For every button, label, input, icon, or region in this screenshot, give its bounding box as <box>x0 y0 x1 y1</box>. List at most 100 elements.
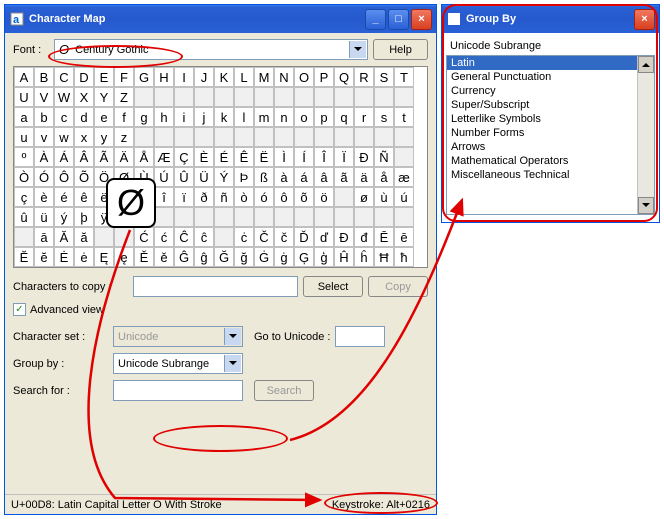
character-cell[interactable]: k <box>214 107 234 127</box>
character-cell[interactable]: ò <box>234 187 254 207</box>
character-cell[interactable]: ó <box>254 187 274 207</box>
font-select[interactable]: O Century Gothic <box>54 39 368 60</box>
character-cell[interactable]: Ġ <box>254 247 274 267</box>
character-cell[interactable] <box>174 87 194 107</box>
character-cell[interactable]: Ē <box>374 227 394 247</box>
group-list-item[interactable]: Currency <box>447 84 654 98</box>
character-cell[interactable]: b <box>34 107 54 127</box>
character-cell[interactable] <box>334 187 354 207</box>
character-cell[interactable]: Ć <box>134 227 154 247</box>
character-cell[interactable]: A <box>14 67 34 87</box>
scroll-up-icon[interactable] <box>638 56 654 73</box>
character-cell[interactable]: è <box>34 187 54 207</box>
scroll-down-icon[interactable] <box>638 197 654 214</box>
character-cell[interactable]: Ğ <box>214 247 234 267</box>
character-cell[interactable]: ø <box>354 187 374 207</box>
character-cell[interactable]: Î <box>314 147 334 167</box>
character-cell[interactable]: Æ <box>154 147 174 167</box>
character-cell[interactable]: ě <box>154 247 174 267</box>
character-cell[interactable]: I <box>174 67 194 87</box>
character-cell[interactable]: ð <box>194 187 214 207</box>
select-button[interactable]: Select <box>303 276 363 297</box>
group-list-item[interactable]: Letterlike Symbols <box>447 112 654 126</box>
character-cell[interactable] <box>354 127 374 147</box>
character-cell[interactable]: ģ <box>314 247 334 267</box>
character-cell[interactable] <box>134 87 154 107</box>
character-cell[interactable]: ė <box>74 247 94 267</box>
character-cell[interactable]: f <box>114 107 134 127</box>
search-button[interactable]: Search <box>254 380 314 401</box>
character-cell[interactable]: T <box>394 67 414 87</box>
character-cell[interactable]: È <box>194 147 214 167</box>
character-cell[interactable]: þ <box>74 207 94 227</box>
character-cell[interactable] <box>254 127 274 147</box>
character-cell[interactable] <box>214 87 234 107</box>
character-cell[interactable]: Ĉ <box>174 227 194 247</box>
character-cell[interactable] <box>394 147 414 167</box>
character-cell[interactable]: ĕ <box>34 247 54 267</box>
character-cell[interactable]: E <box>94 67 114 87</box>
character-cell[interactable]: Ñ <box>374 147 394 167</box>
character-cell[interactable]: w <box>54 127 74 147</box>
character-cell[interactable] <box>154 87 174 107</box>
group-list-item[interactable]: Miscellaneous Technical <box>447 168 654 182</box>
character-cell[interactable]: Z <box>114 87 134 107</box>
character-cell[interactable]: H <box>154 67 174 87</box>
character-cell[interactable] <box>174 127 194 147</box>
character-cell[interactable]: Ò <box>14 167 34 187</box>
character-cell[interactable]: Â <box>74 147 94 167</box>
character-cell[interactable]: B <box>34 67 54 87</box>
character-cell[interactable]: å <box>374 167 394 187</box>
character-cell[interactable]: K <box>214 67 234 87</box>
character-cell[interactable] <box>274 87 294 107</box>
character-cell[interactable]: é <box>54 187 74 207</box>
group-list-item[interactable]: Number Forms <box>447 126 654 140</box>
character-cell[interactable] <box>174 207 194 227</box>
character-cell[interactable]: Ă <box>54 227 74 247</box>
character-cell[interactable] <box>314 207 334 227</box>
character-cell[interactable]: ú <box>394 187 414 207</box>
character-cell[interactable] <box>394 207 414 227</box>
character-cell[interactable]: Ĕ <box>14 247 34 267</box>
character-cell[interactable] <box>294 127 314 147</box>
character-cell[interactable]: Å <box>134 147 154 167</box>
character-cell[interactable]: ù <box>374 187 394 207</box>
character-cell[interactable]: i <box>174 107 194 127</box>
character-cell[interactable] <box>394 127 414 147</box>
character-cell[interactable] <box>254 207 274 227</box>
character-cell[interactable]: Á <box>54 147 74 167</box>
group-list-item[interactable]: Super/Subscript <box>447 98 654 112</box>
character-cell[interactable] <box>194 127 214 147</box>
character-cell[interactable]: W <box>54 87 74 107</box>
chevron-down-icon[interactable] <box>224 328 241 345</box>
character-cell[interactable]: É <box>214 147 234 167</box>
help-button[interactable]: Help <box>373 39 428 60</box>
character-cell[interactable] <box>274 207 294 227</box>
advanced-view-checkbox[interactable]: ✓ <box>13 303 26 316</box>
character-cell[interactable]: l <box>234 107 254 127</box>
character-cell[interactable]: ă <box>74 227 94 247</box>
character-cell[interactable]: Ė <box>54 247 74 267</box>
character-cell[interactable]: J <box>194 67 214 87</box>
character-cell[interactable]: ô <box>274 187 294 207</box>
group-list-item[interactable]: Latin <box>447 56 654 70</box>
character-cell[interactable]: Y <box>94 87 114 107</box>
character-cell[interactable] <box>234 127 254 147</box>
character-cell[interactable]: À <box>34 147 54 167</box>
character-cell[interactable] <box>294 207 314 227</box>
character-cell[interactable]: ā <box>34 227 54 247</box>
character-cell[interactable]: Ü <box>194 167 214 187</box>
character-cell[interactable]: û <box>14 207 34 227</box>
scrollbar[interactable] <box>637 56 654 214</box>
character-cell[interactable]: ä <box>354 167 374 187</box>
character-cell[interactable]: Ě <box>134 247 154 267</box>
character-cell[interactable] <box>234 207 254 227</box>
character-cell[interactable]: G <box>134 67 154 87</box>
character-cell[interactable]: á <box>294 167 314 187</box>
character-cell[interactable] <box>314 87 334 107</box>
character-cell[interactable] <box>154 207 174 227</box>
character-cell[interactable]: Ï <box>334 147 354 167</box>
character-cell[interactable]: L <box>234 67 254 87</box>
character-cell[interactable]: U <box>14 87 34 107</box>
character-cell[interactable] <box>114 227 134 247</box>
